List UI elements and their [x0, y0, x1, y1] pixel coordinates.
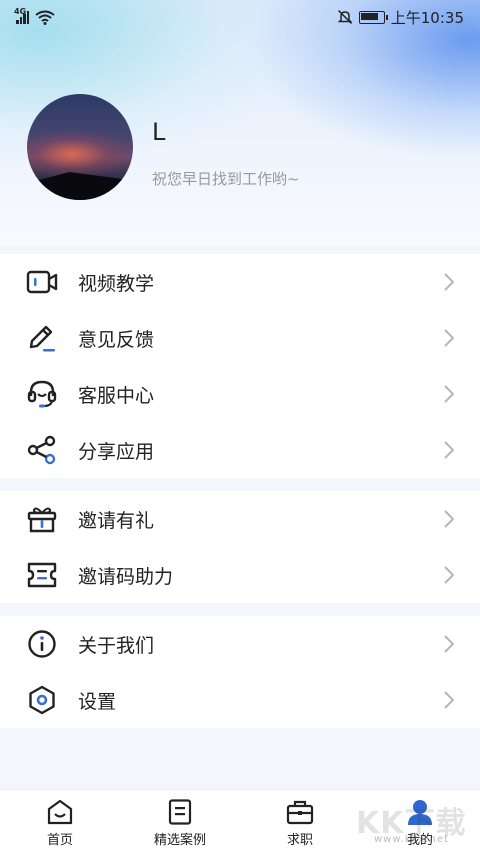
tab-featured-cases[interactable]: 精选案例	[120, 790, 240, 853]
menu-item-label: 分享应用	[78, 440, 155, 463]
menu-item-settings[interactable]: 设置	[0, 672, 480, 728]
network-type: 4G	[14, 7, 27, 16]
menu-item-feedback[interactable]: 意见反馈	[0, 310, 480, 366]
menu-item-share-app[interactable]: 分享应用	[0, 422, 480, 478]
tab-job-search[interactable]: 求职	[240, 790, 360, 853]
gift-icon	[26, 503, 58, 535]
mute-icon	[337, 9, 353, 25]
chevron-right-icon	[444, 635, 454, 653]
chevron-right-icon	[444, 385, 454, 403]
briefcase-icon	[286, 800, 314, 825]
settings-icon	[26, 684, 58, 716]
menu-item-about-us[interactable]: 关于我们	[0, 616, 480, 672]
menu-item-label: 意见反馈	[78, 328, 155, 351]
video-icon	[26, 266, 58, 298]
ticket-icon	[26, 559, 58, 591]
signal-icon: 4G	[14, 7, 29, 24]
menu-item-label: 设置	[78, 690, 117, 713]
menu-item-label: 客服中心	[78, 384, 155, 407]
battery-icon	[358, 10, 388, 24]
chevron-right-icon	[444, 273, 454, 291]
menu-item-label: 邀请码助力	[78, 565, 174, 588]
home-icon	[47, 799, 73, 825]
share-icon	[26, 434, 58, 466]
chevron-right-icon	[444, 329, 454, 347]
menu-item-invite-code[interactable]: 邀请码助力	[0, 547, 480, 603]
tab-label: 求职	[286, 833, 313, 848]
chevron-right-icon	[444, 510, 454, 528]
watermark: KK下载 www.kkx.net	[356, 798, 476, 852]
menu-item-label: 邀请有礼	[78, 509, 155, 532]
chevron-right-icon	[444, 441, 454, 459]
profile-name: L	[152, 118, 166, 146]
pencil-icon	[26, 322, 58, 354]
menu-group-1: 视频教学 意见反馈 客服中心 分享应用	[0, 254, 480, 478]
tab-label: 首页	[46, 833, 73, 848]
menu-group-3: 关于我们 设置	[0, 616, 480, 728]
tab-home[interactable]: 首页	[0, 790, 120, 853]
wifi-icon	[35, 10, 55, 25]
watermark-url: www.kkx.net	[374, 834, 449, 845]
menu-group-2: 邀请有礼 邀请码助力	[0, 491, 480, 603]
status-bar: 4G 上午10:35	[0, 0, 480, 34]
menu-item-label: 关于我们	[78, 634, 155, 657]
menu-item-invite-gift[interactable]: 邀请有礼	[0, 491, 480, 547]
document-icon	[168, 799, 192, 825]
status-time: 上午10:35	[390, 8, 464, 27]
info-icon	[26, 628, 58, 660]
menu-item-video-tutorial[interactable]: 视频教学	[0, 254, 480, 310]
profile-greeting: 祝您早日找到工作哟~	[152, 170, 300, 188]
chevron-right-icon	[444, 691, 454, 709]
status-right: 上午10:35	[337, 7, 464, 28]
menu-item-customer-service[interactable]: 客服中心	[0, 366, 480, 422]
tab-label: 精选案例	[153, 833, 206, 848]
headset-icon	[26, 378, 58, 410]
avatar[interactable]	[27, 94, 133, 200]
chevron-right-icon	[444, 566, 454, 584]
status-left: 4G	[14, 7, 55, 25]
menu-item-label: 视频教学	[78, 272, 155, 295]
